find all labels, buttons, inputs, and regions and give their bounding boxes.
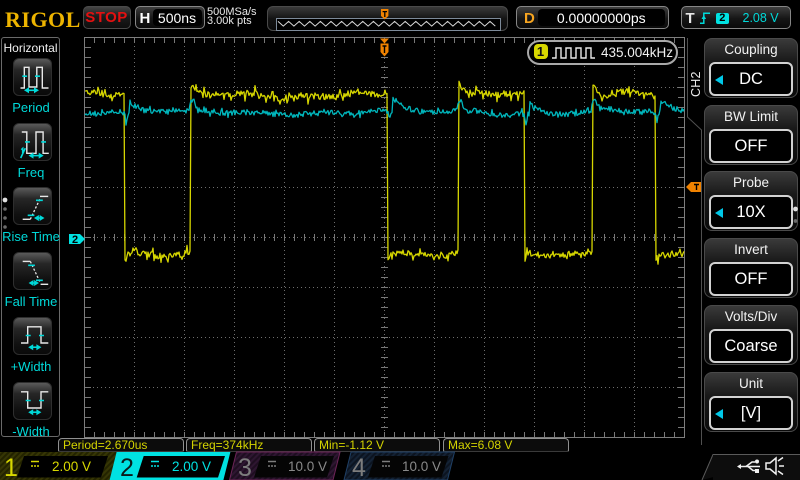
svg-text:2.00 V: 2.00 V <box>52 459 91 474</box>
svg-text:1: 1 <box>4 454 18 480</box>
svg-text:2: 2 <box>120 454 134 480</box>
svg-text:10.0 V: 10.0 V <box>288 459 327 474</box>
svg-text:2: 2 <box>72 234 78 244</box>
svg-text:3: 3 <box>238 454 252 480</box>
svg-text:4: 4 <box>352 454 366 480</box>
svg-text:10.0 V: 10.0 V <box>402 459 441 474</box>
svg-text:2.00 V: 2.00 V <box>172 459 211 474</box>
